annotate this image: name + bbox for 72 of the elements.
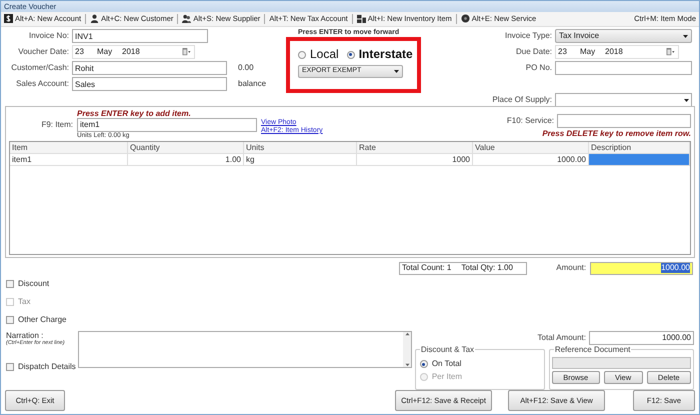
radio-button[interactable] [346, 50, 355, 58]
scroll-up-icon [404, 332, 410, 336]
narration-field[interactable] [78, 330, 412, 368]
balance-label: balance [238, 79, 266, 89]
field-label: Place Of Supply: [491, 95, 552, 105]
gear-icon [460, 14, 470, 24]
total-amount-field: 1000.00 [589, 330, 694, 345]
checkbox[interactable] [6, 280, 14, 288]
input-field[interactable]: item1 [77, 118, 257, 132]
field-label: Amount: [555, 263, 586, 273]
person-icon [90, 14, 100, 24]
field-label: Sales Account: [15, 79, 69, 89]
table-cell[interactable] [589, 154, 690, 166]
radio-label: On Total [432, 359, 462, 370]
checkbox-label: Tax [18, 296, 30, 307]
boxes-icon [356, 14, 366, 24]
checkbox-label: Other Charge [18, 314, 66, 325]
radio-button[interactable] [420, 360, 428, 368]
calendar-icon [181, 48, 192, 56]
column-header: Rate [357, 142, 473, 154]
group-title: Reference Document [554, 344, 632, 354]
input-field[interactable]: Rohit [72, 61, 227, 76]
column-header: Description [589, 142, 690, 154]
group-title: Discount & Tax [420, 344, 476, 354]
caret-icon [684, 98, 689, 103]
radio-label: Per Item [432, 372, 462, 382]
table-cell: 1000.00 [473, 154, 589, 166]
total-quantity: Total Qty: 1.00 [461, 263, 513, 273]
field-label: Customer/Cash: [10, 63, 69, 73]
field-label: Invoice No: [28, 31, 69, 41]
input-field[interactable]: INV1 [72, 29, 208, 44]
radio-button[interactable] [298, 50, 306, 58]
checkbox[interactable] [6, 316, 14, 324]
table-cell: item1 [10, 154, 128, 166]
caret-icon [394, 68, 399, 74]
delete-row-hint: Press DELETE key to remove item row. [542, 128, 691, 139]
caret-icon [683, 34, 688, 39]
date-field[interactable]: 23 May 2018 [555, 45, 679, 60]
narration-label: Narration : [6, 330, 44, 340]
checkbox-label: Dispatch Details [18, 362, 76, 372]
scroll-down-icon [404, 362, 410, 367]
column-header: Value [473, 142, 589, 154]
checkbox-label: Discount [18, 278, 50, 289]
people-icon [182, 14, 192, 24]
field-label: Due Date: [514, 47, 552, 57]
radio-label: Interstate [358, 47, 413, 62]
scrollbar[interactable] [403, 332, 411, 367]
input-field[interactable] [555, 61, 692, 76]
column-header: Units [244, 142, 357, 154]
field-label: F10: Service: [506, 116, 554, 126]
table-cell: kg [244, 154, 357, 166]
field-label: F9: Item: [40, 120, 73, 130]
place-of-supply-dropdown[interactable] [555, 93, 692, 108]
field-label: Voucher Date: [17, 47, 69, 57]
table-cell: 1000 [357, 154, 473, 166]
amount-field[interactable]: 1000.00 [590, 262, 693, 274]
column-header: Quantity [128, 142, 244, 154]
column-header: Item [10, 142, 128, 154]
field-label: PO No. [524, 63, 552, 73]
add-item-hint: Press ENTER key to add item. [77, 108, 192, 118]
radio-label: Local [310, 47, 339, 62]
checkbox[interactable] [6, 362, 14, 371]
total-count: Total Count: 1 [402, 263, 452, 273]
table-cell: 1.00 [128, 154, 244, 166]
input-field[interactable] [557, 114, 691, 128]
invoice-type-dropdown[interactable]: Tax Invoice [555, 29, 692, 44]
input-field[interactable]: Sales [72, 77, 227, 92]
field-label: Total Amount: [536, 332, 586, 343]
date-field[interactable]: 23 May 2018 [72, 45, 195, 60]
balance-amount: 0.00 [238, 63, 254, 73]
field-label: Invoice Type: [504, 31, 552, 41]
calendar-icon [665, 48, 676, 56]
